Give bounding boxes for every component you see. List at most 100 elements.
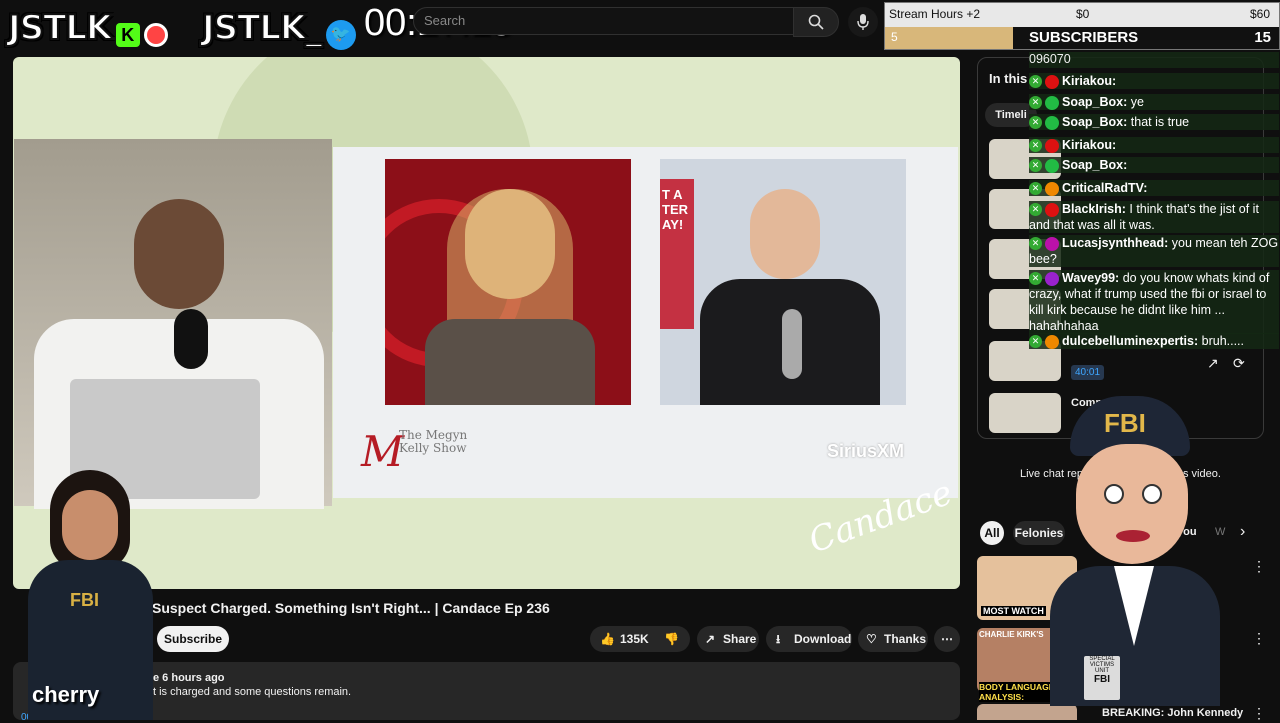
chat-text: ye <box>1130 95 1144 109</box>
kick-x-icon: ✕ <box>1029 272 1042 286</box>
badge-text: SPECIAL VICTIMS UNIT <box>1089 656 1115 674</box>
user-badge-icon <box>1045 138 1059 153</box>
kick-x-icon: ✕ <box>1029 203 1042 217</box>
chat-message: ✕ Soap_Box: that is true <box>1029 114 1279 130</box>
goal-start: $0 <box>1076 7 1090 21</box>
kebab-icon[interactable]: ⋮ <box>1252 558 1266 575</box>
kick-x-icon: ✕ <box>1029 75 1042 89</box>
subscribers-bar: SUBSCRIBERS 15 <box>1013 27 1279 49</box>
user-badge-icon <box>1045 202 1059 217</box>
badge-fbi: FBI <box>1093 674 1111 685</box>
more-actions-button[interactable]: ⋯ <box>934 626 960 652</box>
chat-username: Kiriakou: <box>1062 74 1117 88</box>
twitter-icon: 🐦 <box>325 19 356 50</box>
webcam-candace <box>14 139 332 509</box>
user-badge-icon <box>1045 95 1059 110</box>
show-name: The Megyn Kelly Show <box>399 428 468 455</box>
chat-message: ✕ Soap_Box: <box>1029 157 1279 173</box>
user-badge-icon <box>1045 158 1059 173</box>
kick-x-icon: ✕ <box>1029 96 1042 110</box>
loop-icon[interactable]: ⟳ <box>1233 355 1245 372</box>
kick-x-icon: ✕ <box>1029 182 1042 196</box>
thanks-button[interactable]: ♡ Thanks <box>858 626 928 652</box>
download-label: Download <box>794 632 852 646</box>
chat-username: Soap_Box: <box>1062 158 1128 172</box>
kick-icon: K <box>115 22 140 47</box>
thumbs-down-icon[interactable]: 👎 <box>664 626 679 652</box>
kebab-icon[interactable]: ⋮ <box>1252 630 1266 647</box>
thumbs-up-icon[interactable]: 👍 <box>600 626 615 652</box>
kebab-icon[interactable]: ⋮ <box>1252 705 1266 722</box>
user-badge-icon <box>1045 334 1059 349</box>
rec-thumb-3[interactable] <box>977 704 1077 720</box>
chat-message: ✕ Kiriakou: <box>1029 137 1279 153</box>
kick-x-icon: ✕ <box>1029 335 1042 349</box>
thanks-icon: ♡ <box>866 632 877 646</box>
chat-username: Soap_Box: <box>1062 115 1131 129</box>
kick-x-icon: ✕ <box>1029 237 1042 251</box>
chat-message: ✕ dulcebelluminexpertis: bruh..... <box>1029 333 1279 349</box>
chat-message: ✕ CriticalRadTV: <box>1029 180 1279 196</box>
record-icon <box>144 22 169 47</box>
chip-all[interactable]: All <box>980 521 1004 545</box>
chat-text: that is true <box>1130 115 1190 129</box>
cherry-face <box>62 490 118 560</box>
user-badge-icon <box>1045 181 1059 196</box>
webcam-name: cherry <box>32 682 100 707</box>
chat-username: BlackIrish: <box>1062 202 1130 216</box>
cherry-webcam: FBI cherry <box>20 460 160 720</box>
like-dislike-group[interactable]: 👍 135K 👎 <box>590 626 690 652</box>
share-button[interactable]: ↗ Share <box>697 626 759 652</box>
kick-x-icon: ✕ <box>1029 159 1042 173</box>
chapter-time[interactable]: 40:01 <box>1071 365 1105 380</box>
thanks-label: Thanks <box>884 632 927 646</box>
chat-message: ✕ Lucasjsynthhead: you mean teh ZOG bee? <box>1029 235 1279 267</box>
cap-text: FBI <box>1104 408 1146 438</box>
video-title: Suspect Charged. Something Isn't Right..… <box>152 600 550 616</box>
download-button[interactable]: ⭳ Download <box>766 626 852 652</box>
goal-progress-fill: 5 <box>885 27 1013 49</box>
kick-x-icon: ✕ <box>1029 139 1042 153</box>
subscribers-count: 15 <box>1254 29 1271 46</box>
split-screen: T A TER AY! M The Megyn Kelly Show Siriu… <box>333 147 958 498</box>
chat-username: dulcebelluminexpertis: <box>1062 334 1202 348</box>
subscribers-label: SUBSCRIBERS <box>1029 29 1139 46</box>
search-input[interactable]: Search <box>413 7 805 35</box>
poster: T A TER AY! <box>660 179 694 329</box>
chat-message: ✕ Soap_Box: ye <box>1029 94 1279 110</box>
mascot-face <box>1076 444 1188 564</box>
in-this-video-title: In this <box>989 71 1028 86</box>
search-icon <box>808 14 824 30</box>
twitter-logo: JSTLK_ 🐦 <box>201 7 356 50</box>
user-badge-icon <box>1045 236 1059 251</box>
kick-logo: JSTLK K <box>7 7 169 49</box>
siriusxm-logo: SiriusXM <box>827 441 905 461</box>
share-label: Share <box>723 632 757 646</box>
stream-hours-label: Stream Hours +2 <box>889 7 981 21</box>
goal-progress-value: 5 <box>891 30 898 44</box>
charlie-frame: T A TER AY! <box>660 159 906 405</box>
share-icon[interactable]: ↗ <box>1207 355 1219 372</box>
chat-message: ✕ Kiriakou: <box>1029 73 1279 89</box>
subscribe-button[interactable]: Subscribe <box>157 626 229 652</box>
download-icon: ⭳ <box>776 632 781 646</box>
user-badge-icon <box>1045 115 1059 130</box>
microphone <box>174 309 208 369</box>
chat-username: Wavey99: <box>1062 271 1123 285</box>
posted-time: e 6 hours ago <box>153 672 225 684</box>
kick-logo-text: JSTLK <box>7 7 113 49</box>
search-button[interactable] <box>793 7 839 37</box>
chat-username: Soap_Box: <box>1062 95 1131 109</box>
like-count: 135K <box>620 632 649 646</box>
more-icon: ⋯ <box>941 632 953 646</box>
kick-x-icon: ✕ <box>1029 116 1042 130</box>
mascot-suit: SPECIAL VICTIMS UNIT FBI <box>1050 566 1220 706</box>
rec-title-3[interactable]: BREAKING: John Kennedy <box>1102 707 1243 719</box>
voice-search-button[interactable] <box>848 7 878 37</box>
chevron-right-icon[interactable]: › <box>1240 523 1245 541</box>
chat-username: CriticalRadTV: <box>1062 181 1148 195</box>
fbi-mascot: FBI SPECIAL VICTIMS UNIT FBI <box>1030 396 1240 706</box>
user-badge-icon <box>1045 74 1059 89</box>
megyn-frame <box>385 159 631 405</box>
chat-text: bruh..... <box>1201 334 1245 348</box>
